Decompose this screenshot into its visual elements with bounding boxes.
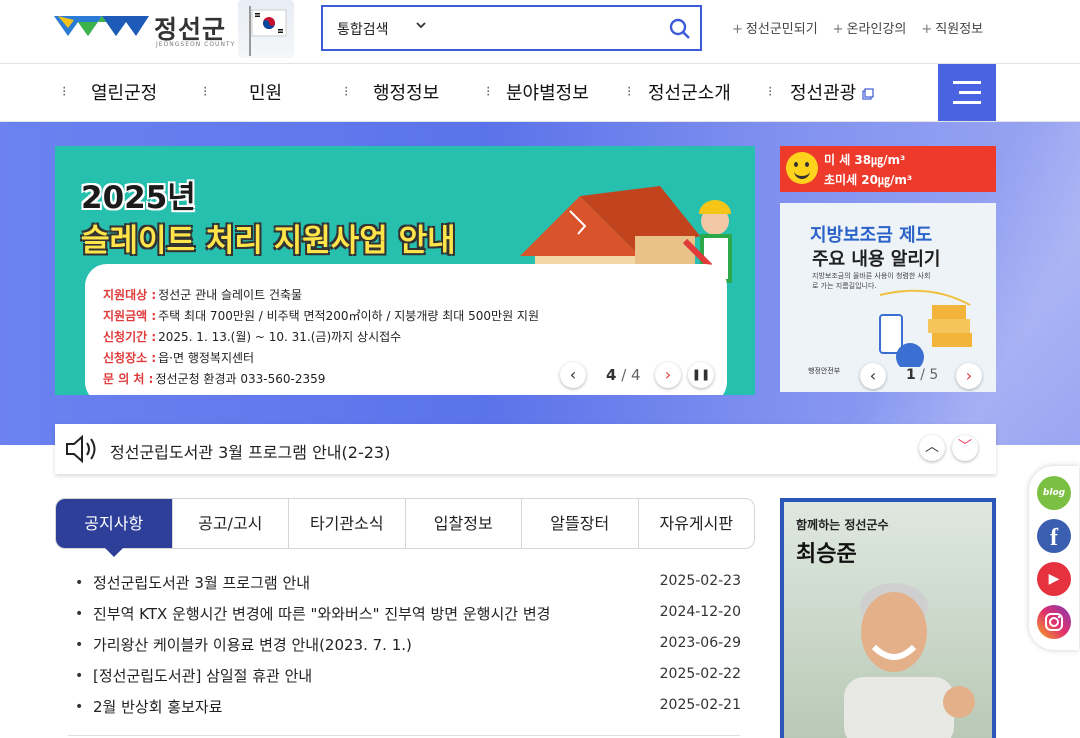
main-navigation: ⁝ 열린군정 ⁝ 민원 ⁝ 행정정보 ⁝ 분야별정보 ⁝ 정선군소개 ⁝ 정선관… (0, 63, 1080, 122)
banner-pager: 4 / 4 (606, 366, 641, 384)
search-icon[interactable] (668, 17, 692, 41)
taegukgi-flag-icon (238, 0, 294, 58)
banner-row: 지원대상 : 정선군 관내 슬레이트 건축물 (103, 288, 303, 302)
list-item[interactable]: • [정선군립도서관] 삼일절 휴관 안내 2025-02-22 (75, 663, 745, 694)
nav-item-tourism[interactable]: 정선관광 (790, 79, 856, 105)
nav-item-field-info[interactable]: 분야별정보 (506, 79, 589, 105)
side-next-button[interactable]: › (956, 363, 982, 389)
nav-item-admin-info[interactable]: 행정정보 (373, 79, 439, 105)
main-banner[interactable]: 2025년 슬레이트 처리 지원사업 안내 지원대상 : 정선군 관내 슬레이트 … (55, 146, 755, 395)
youtube-icon[interactable]: ▶ (1037, 562, 1071, 596)
utility-links: + 정선군민되기 + 온라인강의 + 직원정보 (732, 18, 1002, 37)
ticker-up-button[interactable]: ︿ (919, 435, 945, 461)
instagram-icon[interactable] (1037, 605, 1071, 639)
mayor-banner[interactable]: 함께하는 정선군수 최승준 (780, 498, 996, 738)
tab-bidding[interactable]: 입찰정보 (406, 499, 522, 548)
logo[interactable]: 정선군 JEONGSEON COUNTY (54, 0, 294, 58)
smiley-face-icon (786, 152, 818, 184)
speaker-icon (66, 434, 96, 464)
mayor-caption: 함께하는 정선군수 (796, 518, 889, 532)
side-banner[interactable]: 지방보조금 제도 주요 내용 알리기 지방보조금의 올바른 사용이 청렴한 사회… (780, 203, 996, 392)
chevron-down-icon[interactable] (415, 19, 427, 31)
all-menu-button[interactable] (938, 64, 996, 121)
side-pager: 1 / 5 (906, 367, 939, 383)
blog-icon[interactable]: blog (1037, 476, 1071, 510)
list-item[interactable]: • 가리왕산 케이블카 이용료 변경 안내(2023. 7. 1.) 2023-06… (75, 632, 745, 663)
list-item[interactable]: • 정선군립도서관 3월 프로그램 안내 2025-02-23 (75, 570, 745, 601)
tab-free-board[interactable]: 자유게시판 (639, 499, 755, 548)
board-tabs: 공지사항 공고/고시 타기관소식 입찰정보 알뜰장터 자유게시판 (55, 498, 755, 557)
nav-dot-icon: ⁝ (344, 84, 349, 100)
ticker-down-button[interactable]: ﹀ (952, 435, 978, 461)
notice-list: • 정선군립도서관 3월 프로그램 안내 2025-02-23 • 진부역 KTX 운… (75, 570, 745, 725)
banner-row: 신청장소 : 읍·면 행정복지센터 (103, 351, 255, 365)
fine-dust-widget[interactable]: 미 세 38㎍/m³ 초미세 20㎍/m³ (780, 146, 996, 192)
tab-notice[interactable]: 공지사항 (56, 499, 173, 557)
banner-row: 지원금액 : 주택 최대 700만원 / 비주택 면적200㎡이하 / 지붕개량 … (103, 309, 540, 323)
banner-row: 신청기간 :2025. 1. 13.(월) ~ 10. 31.(금)까지 상시접… (103, 330, 402, 344)
banner-next-button[interactable]: › (655, 362, 681, 388)
nav-dot-icon: ⁝ (486, 84, 491, 100)
search-box[interactable]: 통합검색 (321, 5, 702, 51)
nav-item-open-government[interactable]: 열린군정 (91, 79, 157, 105)
divider (68, 735, 740, 736)
search-scope-select[interactable]: 통합검색 (337, 19, 389, 39)
banner-title-year: 2025년 (81, 180, 196, 216)
facebook-icon[interactable]: f (1037, 519, 1071, 553)
link-online-lecture[interactable]: + 온라인강의 (833, 18, 907, 37)
side-banner-title: 지방보조금 제도 (810, 225, 933, 246)
pm10-value: 미 세 38㎍/m³ (824, 153, 906, 167)
ticker-text[interactable]: 정선군립도서관 3월 프로그램 안내(2-23) (110, 439, 390, 463)
side-prev-button[interactable]: ‹ (860, 363, 886, 389)
banner-title: 슬레이트 처리 지원사업 안내 (81, 223, 456, 259)
nav-dot-icon: ⁝ (203, 84, 208, 100)
new-window-icon (862, 88, 874, 100)
ministry-label: 행정안전부 (808, 367, 841, 375)
logo-subtitle: JEONGSEON COUNTY (156, 41, 236, 48)
nav-item-civil[interactable]: 민원 (249, 79, 282, 105)
logo-waves-icon (54, 16, 149, 36)
banner-prev-button[interactable]: ‹ (560, 362, 586, 388)
nav-dot-icon: ⁝ (62, 84, 67, 100)
nav-dot-icon: ⁝ (768, 84, 773, 100)
link-staff-info[interactable]: + 직원정보 (921, 18, 983, 37)
nav-dot-icon: ⁝ (627, 84, 632, 100)
news-ticker: 정선군립도서관 3월 프로그램 안내(2-23) ︿ ﹀ (55, 424, 996, 474)
coins-phone-illustration-icon (879, 289, 972, 367)
mayor-portrait-icon (844, 583, 975, 738)
tab-other-agencies[interactable]: 타기관소식 (289, 499, 406, 548)
pm25-value: 초미세 20㎍/m³ (824, 173, 913, 187)
link-citizen[interactable]: + 정선군민되기 (732, 18, 818, 37)
list-item[interactable]: • 진부역 KTX 운행시간 변경에 따른 "와와버스" 진부역 방면 운행시간 … (75, 601, 745, 632)
social-links: blog f ▶ (1029, 466, 1079, 650)
banner-row: 문 의 처 : 정선군청 환경과 033-560-2359 (103, 372, 326, 386)
nav-item-about[interactable]: 정선군소개 (648, 79, 731, 105)
tab-market[interactable]: 알뜰장터 (522, 499, 639, 548)
tab-announcement[interactable]: 공고/고시 (173, 499, 289, 548)
banner-pause-button[interactable]: ❚❚ (688, 362, 714, 388)
side-banner-subtitle: 주요 내용 알리기 (812, 249, 941, 270)
list-item[interactable]: • 2월 반상회 홍보자료 2025-02-21 (75, 694, 745, 725)
